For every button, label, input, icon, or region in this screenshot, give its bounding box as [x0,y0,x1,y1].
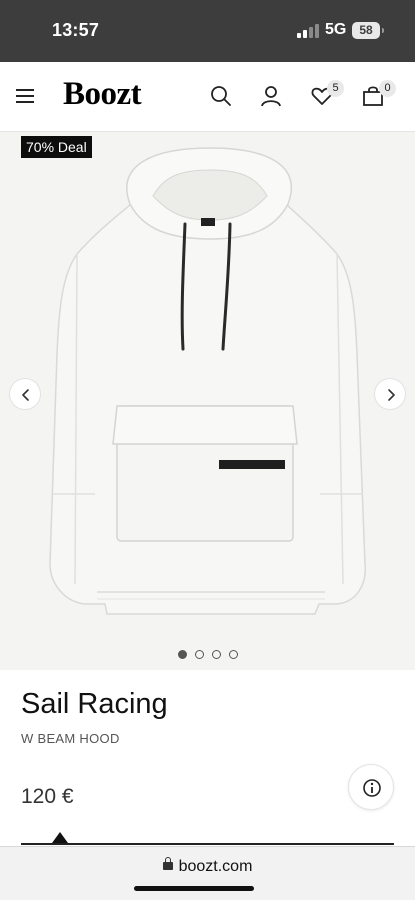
pagination-dot[interactable] [195,650,204,659]
pagination-dot[interactable] [178,650,187,659]
chevron-right-icon [388,389,395,401]
home-indicator[interactable] [134,886,254,891]
info-button[interactable] [348,764,394,810]
product-image[interactable] [45,144,375,634]
size-selector-pointer [52,832,68,843]
battery-icon: 58 [352,22,384,39]
url-text: boozt.com [178,858,253,875]
cart-button[interactable]: 0 [361,80,396,108]
product-price: 120 € [21,785,74,808]
site-header: Boozt 5 0 [0,62,415,132]
next-image-button[interactable] [374,378,406,410]
product-gallery[interactable]: 70% Deal [0,132,415,670]
product-name: W BEAM HOOD [21,731,120,746]
wishlist-count-badge: 5 [327,80,344,97]
size-selector-divider [21,843,394,845]
network-label: 5G [325,21,347,38]
info-icon [363,779,381,797]
signal-icon [297,24,319,38]
cart-count-badge: 0 [379,80,396,97]
browser-address-bar[interactable]: boozt.com [0,846,415,900]
menu-icon[interactable] [16,89,34,103]
product-brand[interactable]: Sail Racing [21,688,168,721]
status-time: 13:57 [52,20,100,40]
prev-image-button[interactable] [9,378,41,410]
pagination-dot[interactable] [212,650,221,659]
url-display[interactable]: boozt.com [0,857,415,876]
chevron-left-icon [22,389,29,401]
wishlist-button[interactable]: 5 [310,80,344,108]
status-bar: 13:57 5G 58 [0,0,415,62]
deal-badge: 70% Deal [21,136,92,158]
pagination-dot[interactable] [229,650,238,659]
account-icon[interactable] [259,84,283,108]
search-icon[interactable] [209,84,233,108]
boozt-logo[interactable]: Boozt [63,76,142,113]
lock-icon [162,857,173,870]
